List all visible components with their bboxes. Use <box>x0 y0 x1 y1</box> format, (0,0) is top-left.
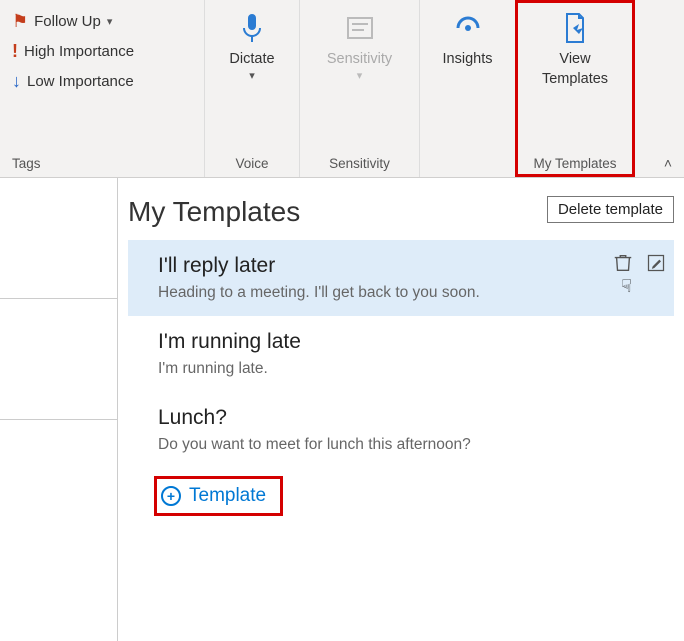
template-item[interactable]: I'll reply later Heading to a meeting. I… <box>128 240 674 316</box>
chevron-down-icon: ▾ <box>249 70 255 84</box>
templates-pane: My Templates Delete template I'll reply … <box>118 178 684 641</box>
ribbon: ⚑ Follow Up ▾ ! High Importance ↓ Low Im… <box>0 0 684 178</box>
view-templates-label-2: Templates <box>542 70 608 88</box>
collapse-ribbon-button[interactable]: ˄ <box>658 153 678 173</box>
ribbon-group-voice: Dictate ▾ Voice <box>205 0 300 177</box>
body-area: My Templates Delete template I'll reply … <box>0 178 684 641</box>
add-template-label: Template <box>189 485 266 507</box>
low-importance-label: Low Importance <box>27 73 134 90</box>
template-item-body: Heading to a meeting. I'll get back to y… <box>158 284 654 302</box>
template-item-title: I'll reply later <box>158 254 654 278</box>
view-templates-icon <box>559 12 591 44</box>
chevron-down-icon: ▾ <box>107 15 113 28</box>
edit-icon <box>646 253 666 273</box>
flag-icon: ⚑ <box>12 11 28 32</box>
group-label-blank <box>420 151 515 177</box>
dictate-label: Dictate <box>229 50 274 68</box>
delete-item-button[interactable] <box>612 252 634 279</box>
template-item-body: I'm running late. <box>158 360 654 378</box>
edit-item-button[interactable] <box>646 253 666 278</box>
sensitivity-label: Sensitivity <box>327 50 392 68</box>
low-importance-button[interactable]: ↓ Low Importance <box>12 66 204 96</box>
insights-button[interactable]: Insights <box>420 6 515 68</box>
template-item-title: Lunch? <box>158 406 654 430</box>
high-importance-label: High Importance <box>24 43 134 60</box>
dictate-button[interactable]: Dictate ▾ <box>205 6 299 84</box>
group-label-tags: Tags <box>12 151 204 177</box>
view-templates-label-1: View <box>559 50 590 68</box>
insights-icon <box>452 12 484 44</box>
chevron-down-icon: ▾ <box>357 70 363 84</box>
sensitivity-icon <box>344 12 376 44</box>
insights-label: Insights <box>443 50 493 68</box>
group-label-voice: Voice <box>205 151 299 177</box>
ribbon-group-insights: Insights <box>420 0 515 177</box>
low-importance-icon: ↓ <box>12 71 21 92</box>
sensitivity-button: Sensitivity ▾ <box>300 6 419 84</box>
template-item[interactable]: Lunch? Do you want to meet for lunch thi… <box>128 392 674 468</box>
follow-up-button[interactable]: ⚑ Follow Up ▾ <box>12 6 204 36</box>
template-item[interactable]: I'm running late I'm running late. <box>128 316 674 392</box>
ribbon-group-templates: View Templates My Templates <box>515 0 635 177</box>
microphone-icon <box>236 12 268 44</box>
group-label-templates: My Templates <box>515 151 635 177</box>
trash-icon <box>612 252 634 274</box>
high-importance-button[interactable]: ! High Importance <box>12 36 204 66</box>
ribbon-group-tags: ⚑ Follow Up ▾ ! High Importance ↓ Low Im… <box>0 0 205 177</box>
left-rail <box>0 178 118 641</box>
cursor-icon: ☟ <box>621 276 632 297</box>
group-label-sensitivity: Sensitivity <box>300 151 419 177</box>
delete-template-button[interactable]: Delete template <box>547 196 674 223</box>
template-item-title: I'm running late <box>158 330 654 354</box>
plus-icon: + <box>161 486 181 506</box>
template-item-body: Do you want to meet for lunch this after… <box>158 436 654 454</box>
view-templates-button[interactable]: View Templates <box>515 6 635 88</box>
chevron-up-icon: ˄ <box>664 155 672 171</box>
add-template-button[interactable]: + Template <box>154 476 283 516</box>
ribbon-group-sensitivity: Sensitivity ▾ Sensitivity <box>300 0 420 177</box>
high-importance-icon: ! <box>12 41 18 62</box>
follow-up-label: Follow Up <box>34 13 101 30</box>
divider <box>0 419 117 420</box>
